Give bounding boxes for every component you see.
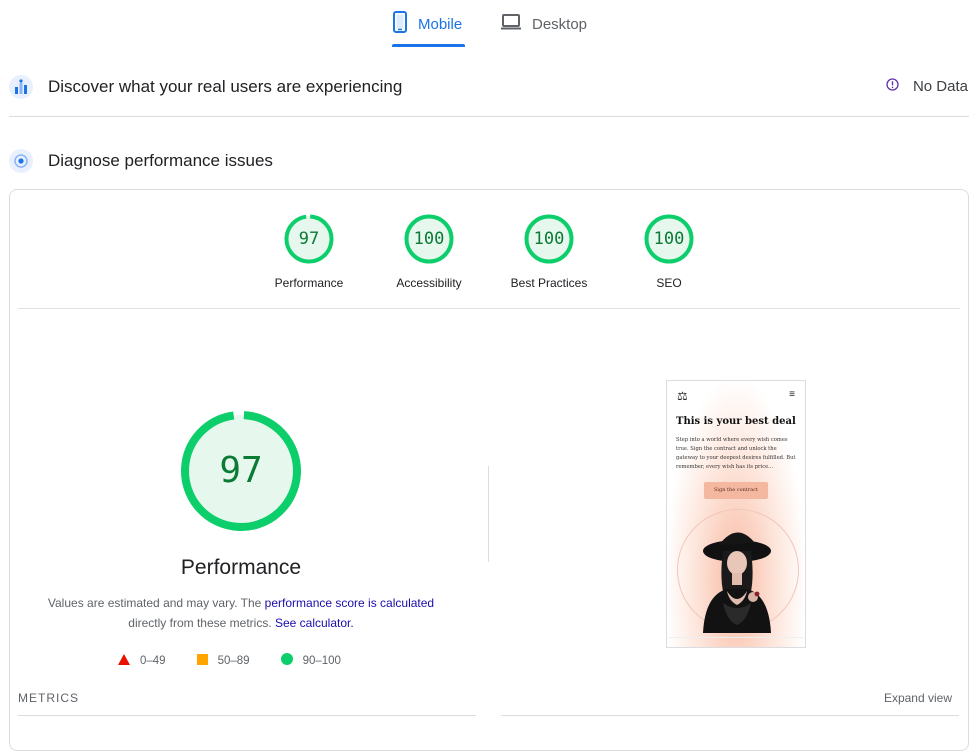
- legend-label: 0–49: [140, 654, 166, 667]
- page-screenshot[interactable]: ⚖ ≡ This is your best deal Step into a w…: [666, 380, 806, 648]
- tab-desktop[interactable]: Desktop: [500, 12, 587, 36]
- gauge-label: Performance: [274, 276, 344, 290]
- scales-logo-icon: ⚖: [677, 389, 688, 403]
- gauge-best-practices[interactable]: 100 Best Practices: [489, 214, 609, 290]
- field-data-title: Discover what your real users are experi…: [48, 77, 403, 96]
- performance-description: Values are estimated and may vary. The p…: [40, 593, 442, 633]
- performance-gauge-large: 97: [180, 410, 302, 532]
- gauge-label: SEO: [656, 276, 682, 290]
- screenshot-heading: This is your best deal: [676, 416, 796, 427]
- gauge-ring: 97: [284, 214, 334, 264]
- circle-icon: [280, 653, 293, 668]
- performance-score-large: 97: [219, 450, 263, 491]
- screenshot-text: Step into a world where every wish comes…: [676, 437, 796, 470]
- score-calculation-link[interactable]: performance score is calculated: [265, 596, 434, 610]
- section-divider: [9, 116, 969, 117]
- legend-average: 50–89: [196, 653, 250, 668]
- desc-text: directly from these metrics.: [128, 616, 275, 630]
- laptop-icon: [500, 13, 522, 35]
- desc-text: Values are estimated and may vary. The: [47, 596, 265, 610]
- device-tabs: Mobile Desktop: [0, 0, 979, 50]
- report-card: 97 Performance 100 Accessibility 100 Bes…: [9, 189, 969, 751]
- gauge-score: 100: [533, 229, 565, 249]
- performance-title: Performance: [180, 556, 302, 579]
- lab-data-icon: [9, 149, 33, 173]
- expand-view-toggle[interactable]: Expand view: [884, 691, 952, 705]
- card-divider: [18, 308, 960, 309]
- gauge-accessibility[interactable]: 100 Accessibility: [369, 214, 489, 290]
- hamburger-menu-icon: ≡: [789, 389, 795, 400]
- legend-pass: 90–100: [280, 653, 341, 668]
- woman-portrait-image: [697, 521, 777, 633]
- category-gauges: 97 Performance 100 Accessibility 100 Bes…: [10, 214, 968, 294]
- no-data-status: No Data: [886, 78, 968, 95]
- calculator-link[interactable]: See calculator.: [275, 616, 354, 630]
- tab-label: Desktop: [532, 15, 588, 33]
- screenshot-header: ⚖ ≡: [675, 389, 797, 403]
- screenshot-cta-button: Sign the contract: [704, 482, 768, 499]
- smartphone-icon: [392, 11, 408, 37]
- active-tab-indicator: [392, 44, 465, 47]
- gauge-score: 100: [413, 229, 445, 249]
- field-data-section: Discover what your real users are experi…: [9, 70, 969, 104]
- screenshot-footer-line: [669, 637, 803, 638]
- diagnose-section: Diagnose performance issues: [9, 145, 969, 177]
- gauge-ring: 100: [524, 214, 574, 264]
- score-legend: 0–49 50–89 90–100: [118, 653, 372, 668]
- gauge-seo[interactable]: 100 SEO: [609, 214, 729, 290]
- legend-label: 90–100: [302, 654, 341, 667]
- no-data-label: No Data: [912, 78, 968, 95]
- metrics-heading: METRICS: [18, 691, 79, 705]
- gauge-score: 100: [653, 229, 685, 249]
- gauge-performance[interactable]: 97 Performance: [249, 214, 369, 290]
- tab-label: Mobile: [418, 15, 463, 33]
- triangle-icon: [118, 653, 130, 668]
- gauge-ring: 100: [644, 214, 694, 264]
- metrics-divider-left: [18, 715, 476, 716]
- tab-mobile[interactable]: Mobile: [392, 11, 463, 37]
- field-data-icon: [9, 75, 33, 99]
- info-icon: [886, 78, 899, 95]
- square-icon: [196, 653, 208, 668]
- legend-label: 50–89: [217, 654, 250, 667]
- gauge-label: Accessibility: [396, 276, 462, 290]
- legend-fail: 0–49: [118, 653, 166, 668]
- vertical-separator: [488, 466, 489, 562]
- diagnose-title: Diagnose performance issues: [48, 151, 273, 170]
- metrics-divider-right: [501, 715, 959, 716]
- gauge-score: 97: [298, 229, 320, 249]
- gauge-ring: 100: [404, 214, 454, 264]
- gauge-label: Best Practices: [510, 276, 588, 290]
